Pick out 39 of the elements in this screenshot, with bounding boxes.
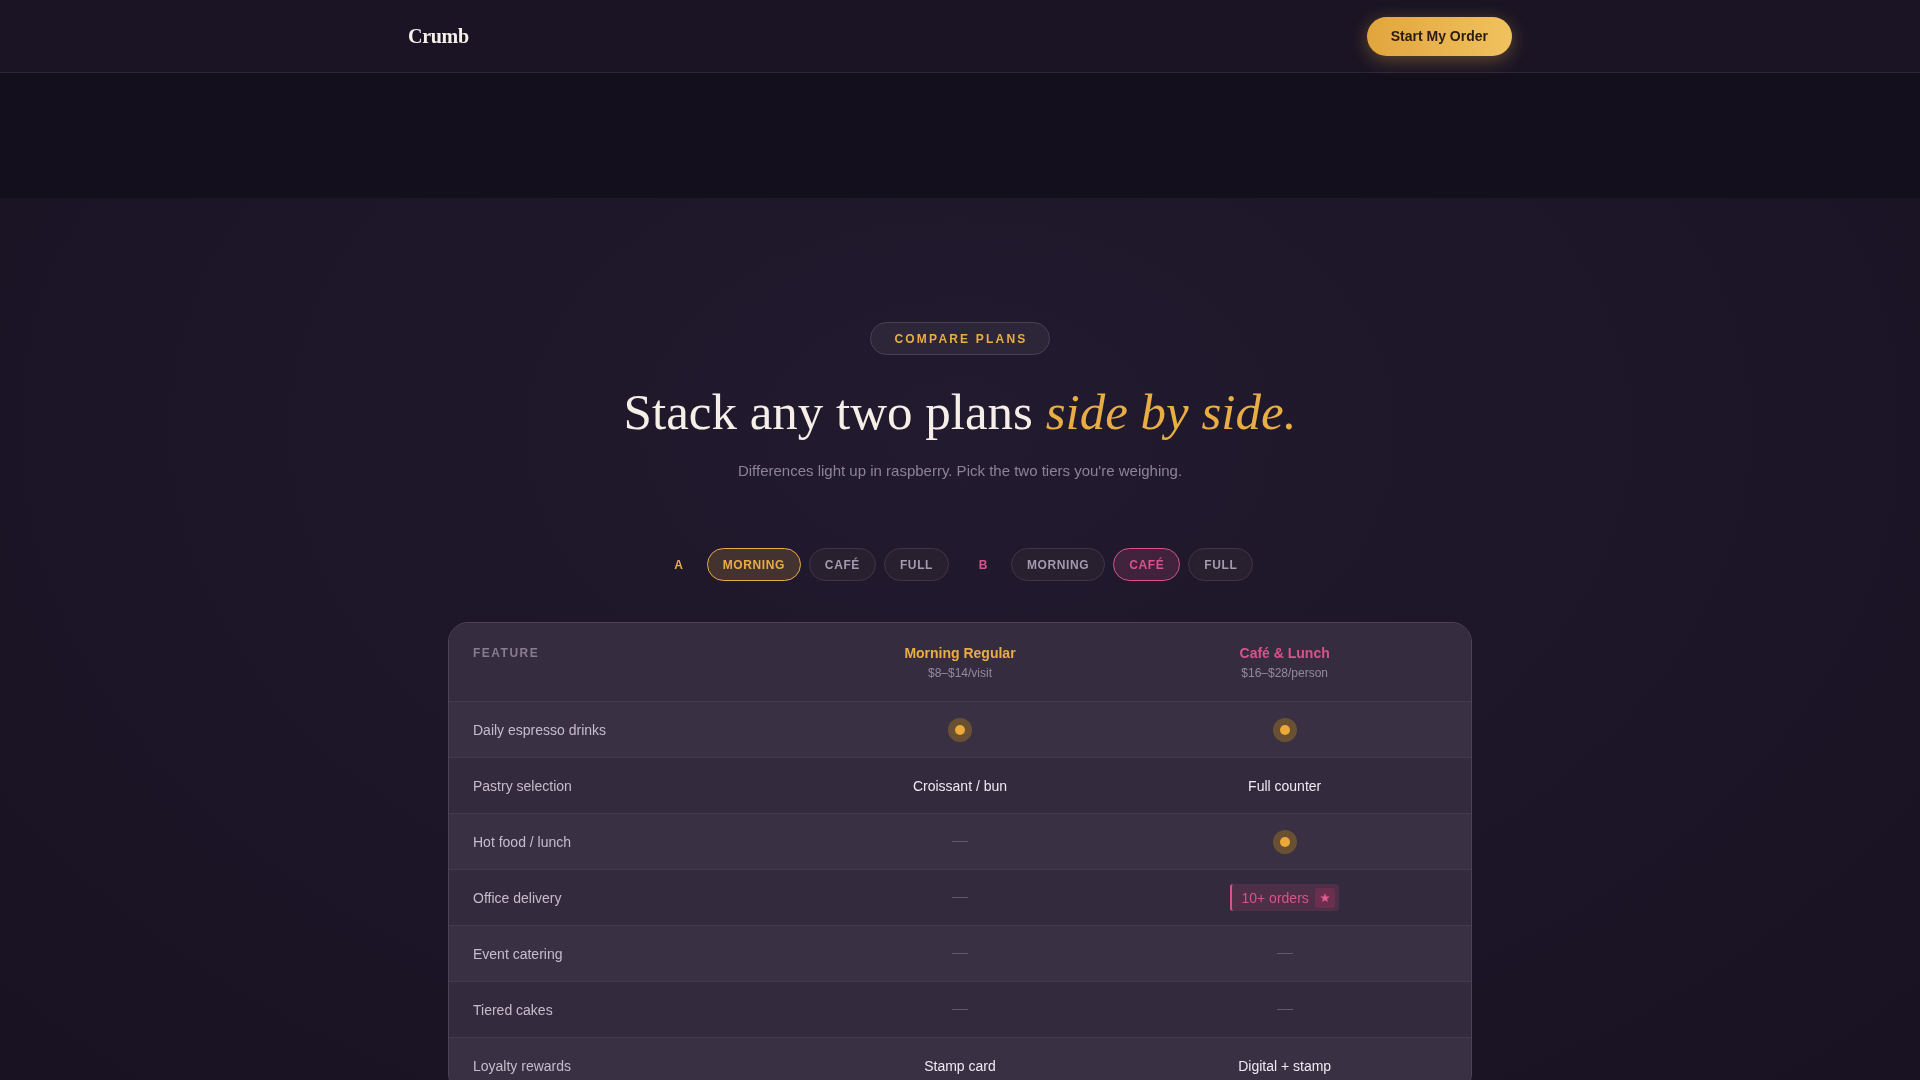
plan-slot-label: B — [977, 557, 989, 572]
tag-text: 10+ orders — [1241, 889, 1309, 906]
start-order-button[interactable]: Start My Order — [1366, 16, 1512, 56]
dot-icon — [948, 717, 972, 742]
plan-tab[interactable]: CAFÉ — [1113, 548, 1181, 581]
feature-label: Event catering — [473, 945, 563, 962]
plan-name: Morning Regular — [904, 644, 1016, 663]
plan-tab[interactable]: FULL — [1188, 548, 1254, 581]
feature-label: Office delivery — [473, 889, 562, 906]
plan-price: $8–$14/visit — [927, 665, 992, 681]
dash-icon — [952, 953, 968, 954]
feature-label: Loyalty rewards — [473, 1057, 572, 1074]
hero-heading: Stack any two plans side by side. — [623, 383, 1297, 442]
plan-tab[interactable]: FULL — [883, 548, 949, 581]
logo-wordmark: Crumb — [408, 24, 469, 48]
dash-icon — [952, 841, 968, 842]
hero-subtitle: Differences light up in raspberry. Pick the two tiers you're weighing. — [737, 461, 1183, 481]
plan-slot-label: A — [673, 557, 684, 572]
plan-name: Café & Lunch — [1239, 644, 1330, 663]
plan-tab[interactable]: MORNING — [706, 548, 801, 581]
feature-label: Daily espresso drinks — [473, 721, 607, 738]
dash-icon — [1276, 953, 1293, 954]
dot-icon — [1272, 829, 1297, 854]
dash-icon — [952, 897, 968, 898]
feature-label: Tiered cakes — [473, 1001, 553, 1018]
table-cell: Digital + stamp — [1238, 1057, 1332, 1074]
column-heading: FEATURE — [473, 645, 540, 661]
dash-icon — [952, 1009, 968, 1010]
table-cell: Stamp card — [924, 1057, 996, 1074]
feature-label: Hot food / lunch — [473, 833, 572, 850]
table-cell: Croissant / bun — [912, 777, 1008, 794]
dash-icon — [1276, 1009, 1293, 1010]
feature-label: Pastry selection — [473, 777, 572, 794]
plan-tab[interactable]: CAFÉ — [808, 548, 876, 581]
dot-icon — [1272, 717, 1297, 742]
plan-price: $16–$28/person — [1241, 665, 1329, 681]
section-eyebrow: COMPARE PLANS — [870, 322, 1050, 355]
plan-tab[interactable]: MORNING — [1011, 548, 1106, 581]
table-cell: Full counter — [1248, 777, 1322, 794]
